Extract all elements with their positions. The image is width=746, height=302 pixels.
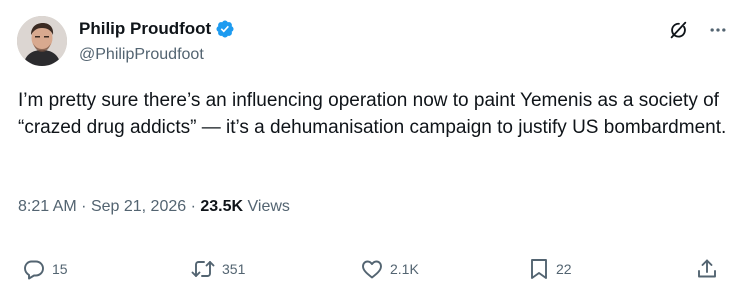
tweet-card: Philip Proudfoot @PhilipProudfoot I’m pr… <box>0 0 746 302</box>
tweet-text: I’m pretty sure there’s an influencing o… <box>18 90 727 138</box>
repost-button[interactable]: 351 <box>190 257 245 281</box>
reply-icon <box>22 257 46 281</box>
top-actions <box>666 18 730 42</box>
repost-count: 351 <box>222 261 246 277</box>
tweet-time[interactable]: 8:21 AM <box>18 198 77 215</box>
meta-separator: · <box>190 198 196 215</box>
reply-count: 15 <box>52 261 68 277</box>
meta-separator: · <box>81 198 87 215</box>
reply-button[interactable]: 15 <box>22 257 68 281</box>
avatar[interactable] <box>17 16 67 66</box>
bookmark-count: 22 <box>556 261 572 277</box>
views-label: Views <box>247 198 290 215</box>
like-count: 2.1K <box>390 261 419 277</box>
verified-badge-icon <box>215 19 235 39</box>
avatar-image <box>17 16 67 66</box>
tweet-date[interactable]: Sep 21, 2026 <box>91 198 186 215</box>
more-icon[interactable] <box>706 18 730 42</box>
heart-icon <box>360 257 384 281</box>
name-row: Philip Proudfoot <box>79 19 235 39</box>
user-handle[interactable]: @PhilipProudfoot <box>79 45 204 65</box>
display-name[interactable]: Philip Proudfoot <box>79 19 211 39</box>
bookmark-icon <box>528 257 550 281</box>
views-count: 23.5K <box>200 198 244 215</box>
share-button[interactable] <box>695 257 719 281</box>
repost-icon <box>190 257 216 281</box>
grok-icon[interactable] <box>666 18 690 42</box>
bookmark-button[interactable]: 22 <box>528 257 572 281</box>
tweet-meta: 8:21 AM · Sep 21, 2026 · 23.5K Views <box>18 197 290 217</box>
like-button[interactable]: 2.1K <box>360 257 419 281</box>
action-bar: 15 351 2.1K 22 <box>0 257 746 285</box>
share-icon <box>695 257 719 281</box>
